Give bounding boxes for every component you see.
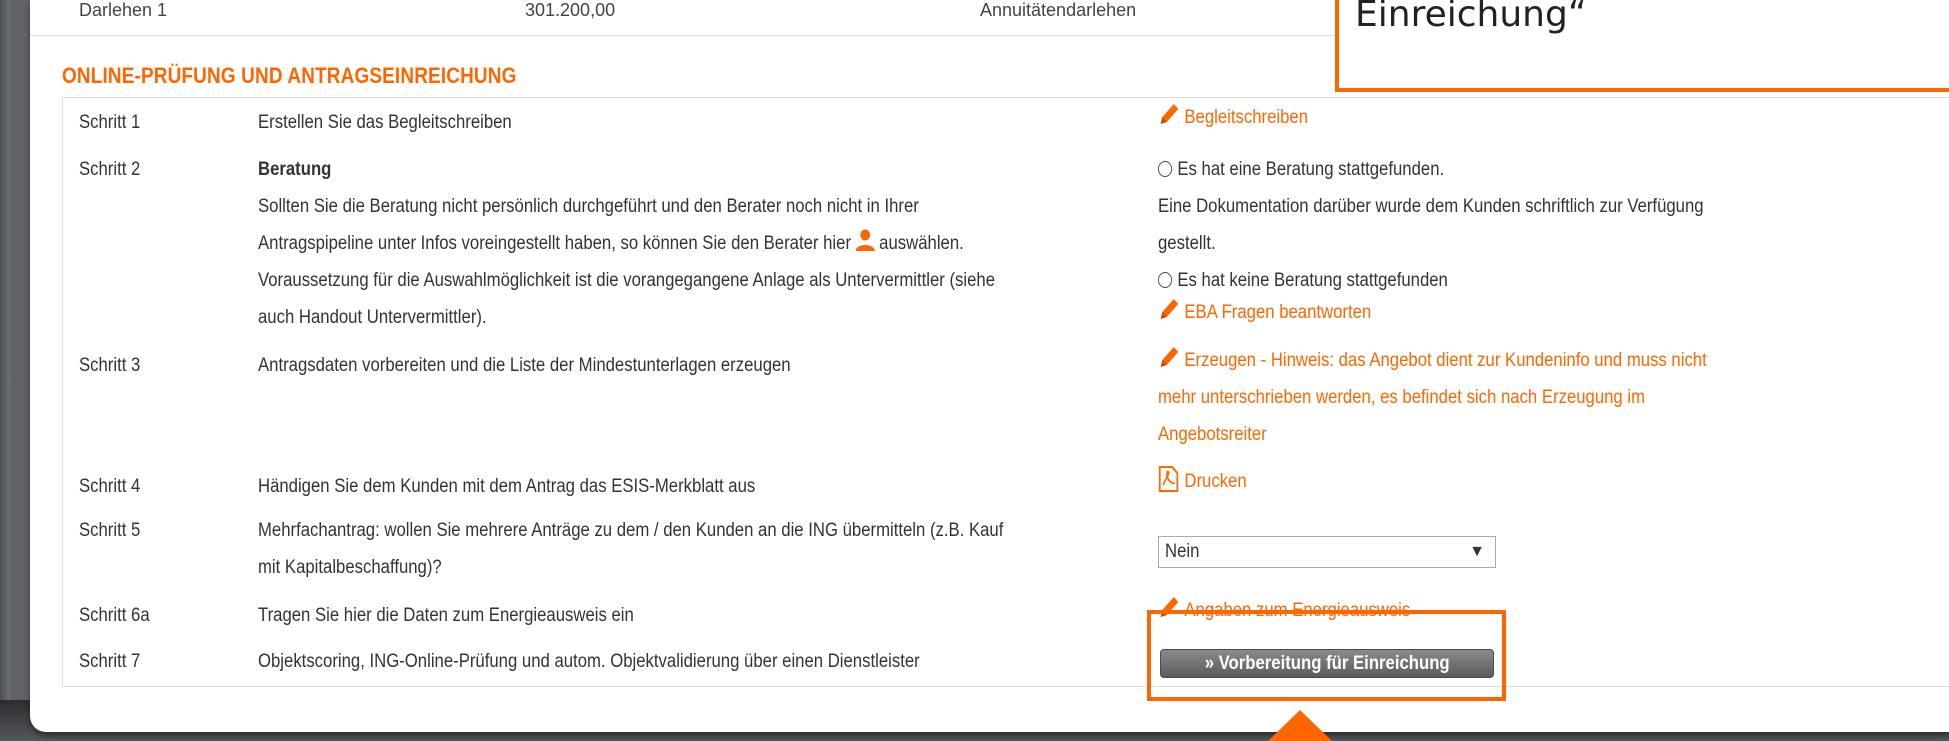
- erzeugen-link[interactable]: Erzeugen - Hinweis: das Angebot dient zu…: [1158, 342, 1707, 379]
- drucken-link[interactable]: Drucken: [1158, 463, 1247, 500]
- step-description: auch Handout Untervermittler).: [258, 307, 487, 328]
- loan-label: Darlehen 1: [79, 0, 168, 20]
- left-edge-shadow: [0, 0, 10, 741]
- radio-note: Eine Dokumentation darüber wurde dem Kun…: [1158, 196, 1704, 217]
- radio-circle[interactable]: [1158, 272, 1173, 288]
- step-description: Voraussetzung für die Auswahlmöglichkeit…: [258, 270, 996, 291]
- eba-fragen-label: EBA Fragen beantworten: [1184, 302, 1372, 323]
- step-description: Mehrfachantrag: wollen Sie mehrere Anträ…: [258, 520, 1004, 541]
- callout-text: Einreichung“: [1355, 0, 1587, 35]
- step-description: Antragspipeline unter Infos voreingestel…: [258, 225, 964, 262]
- radio-label: Es hat eine Beratung stattgefunden.: [1177, 159, 1445, 180]
- eba-fragen-link[interactable]: EBA Fragen beantworten: [1158, 294, 1371, 331]
- pencil-icon: [1160, 347, 1179, 367]
- step-description-part: auswählen.: [879, 233, 964, 254]
- mehrfachantrag-select[interactable]: Nein ▼: [1158, 536, 1496, 568]
- step-description-title: Beratung: [258, 159, 332, 180]
- step-description: Erstellen Sie das Begleitschreiben: [258, 112, 512, 133]
- step-label: Schritt 7: [79, 651, 141, 672]
- begleitschreiben-link[interactable]: Begleitschreiben: [1158, 99, 1308, 136]
- erzeugen-label: Erzeugen - Hinweis: das Angebot dient zu…: [1184, 350, 1707, 371]
- step-description: mit Kapitalbeschaffung)?: [258, 557, 442, 578]
- pointer-arrow-icon: [1268, 710, 1332, 741]
- step-label: Schritt 2: [79, 159, 141, 180]
- drucken-label: Drucken: [1184, 471, 1247, 492]
- step-description: Antragsdaten vorbereiten und die Liste d…: [258, 355, 791, 376]
- radio-note: gestellt.: [1158, 233, 1216, 254]
- dropdown-arrow-icon: ▼: [1469, 543, 1485, 560]
- step-description: Objektscoring, ING-Online-Prüfung und au…: [258, 651, 920, 672]
- loan-amount: 301.200,00: [525, 0, 616, 20]
- erzeugen-hint: Angebotsreiter: [1158, 424, 1267, 445]
- step-description: Tragen Sie hier die Daten zum Energieaus…: [258, 605, 634, 626]
- step-label: Schritt 6a: [79, 605, 150, 626]
- begleitschreiben-label: Begleitschreiben: [1184, 107, 1309, 128]
- step-description: Sollten Sie die Beratung nicht persönlic…: [258, 196, 919, 217]
- section-title: ONLINE-PRÜFUNG UND ANTRAGSEINREICHUNG: [62, 63, 517, 88]
- radio-beratung-yes[interactable]: Es hat eine Beratung stattgefunden.: [1158, 151, 1444, 188]
- step-label: Schritt 4: [79, 476, 141, 497]
- step-label: Schritt 3: [79, 355, 141, 376]
- pencil-icon: [1160, 299, 1179, 319]
- step-label: Schritt 1: [79, 112, 141, 133]
- step-label: Schritt 5: [79, 520, 141, 541]
- select-value: Nein: [1165, 541, 1200, 562]
- radio-label: Es hat keine Beratung stattgefunden: [1177, 270, 1448, 291]
- pencil-icon: [1160, 104, 1179, 124]
- loan-type: Annuitätendarlehen: [980, 0, 1137, 20]
- person-icon[interactable]: [855, 228, 876, 252]
- step-description: Händigen Sie dem Kunden mit dem Antrag d…: [258, 476, 756, 497]
- radio-circle[interactable]: [1158, 161, 1173, 177]
- highlight-box: [1147, 610, 1506, 701]
- erzeugen-hint: mehr unterschrieben werden, es befindet …: [1158, 387, 1646, 408]
- pdf-icon: [1158, 466, 1179, 492]
- step-description-part: Antragspipeline unter Infos voreingestel…: [258, 233, 852, 254]
